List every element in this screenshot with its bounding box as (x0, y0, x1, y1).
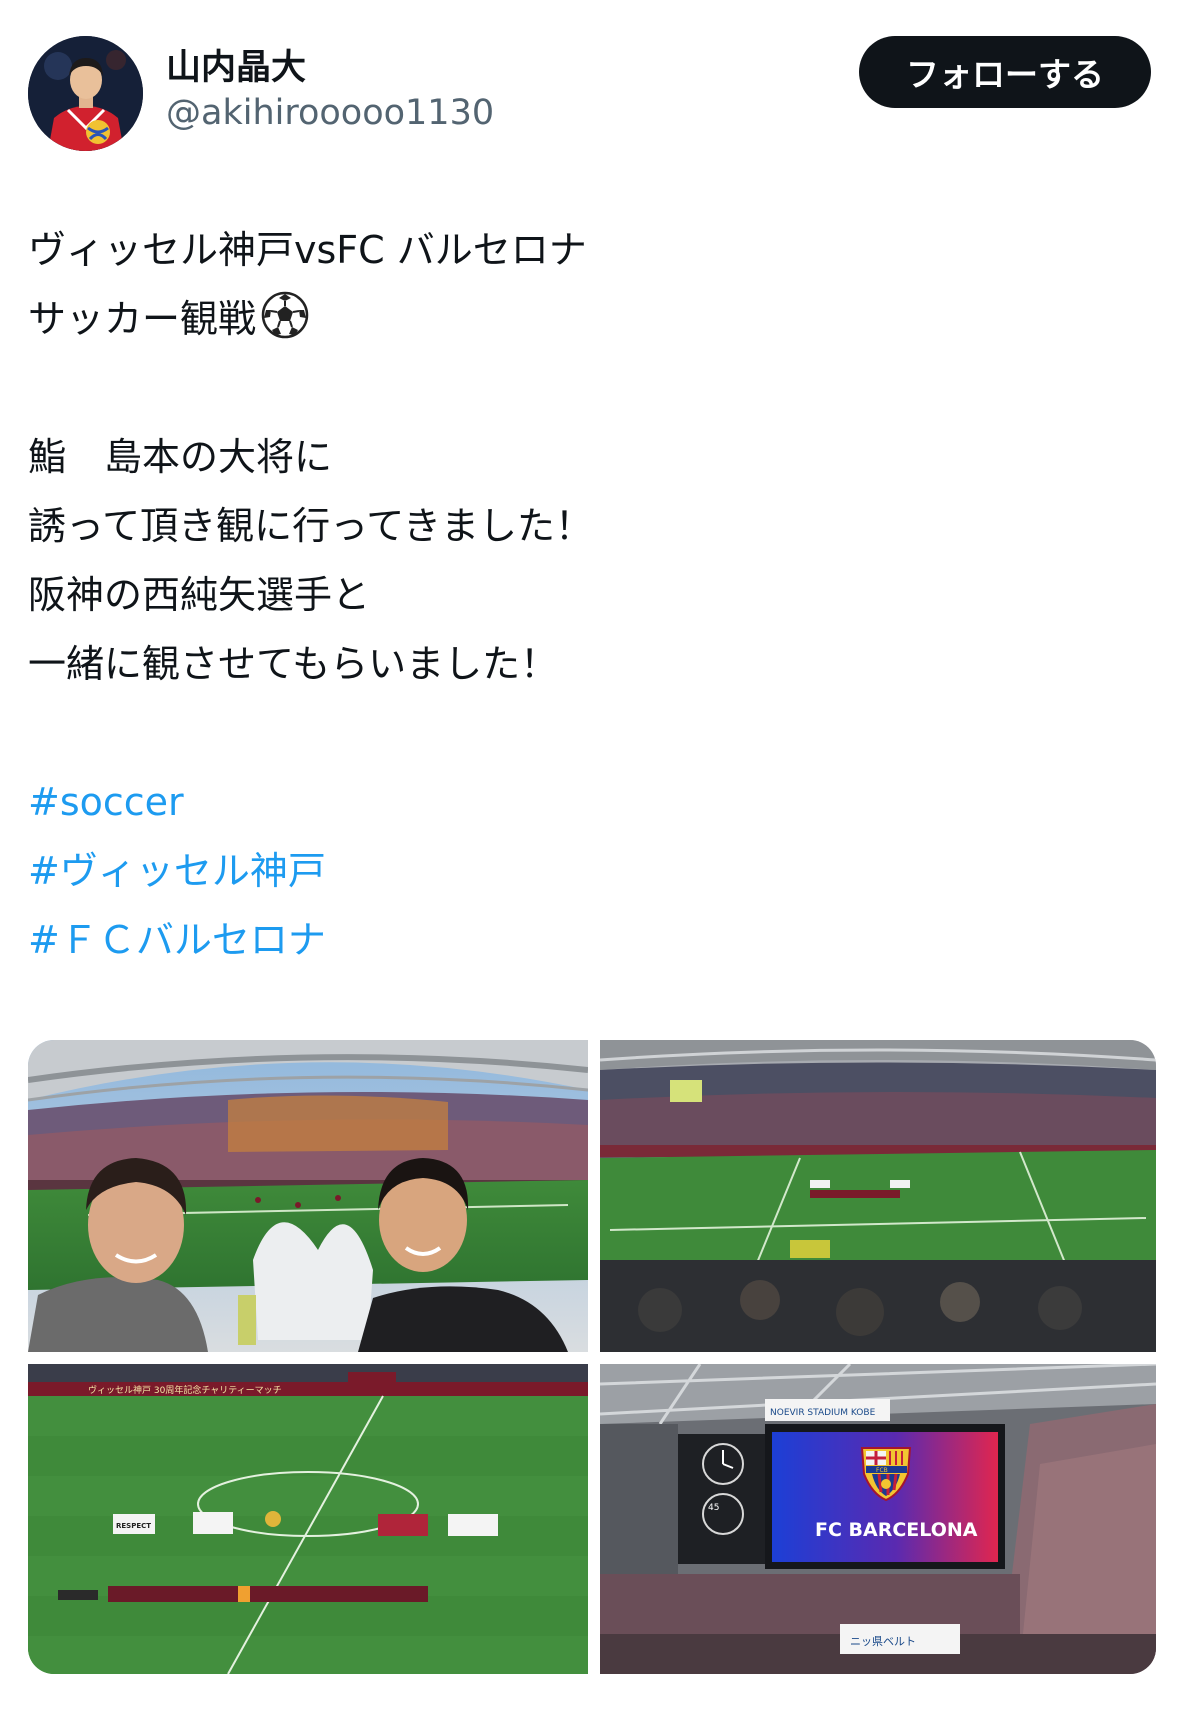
tweet-line: 一緒に観させてもらいました！ (28, 642, 559, 686)
user-handle[interactable]: @akihirooooo1130 (166, 90, 494, 136)
tweet-line: 誘って頂き観に行ってきました！ (28, 504, 594, 548)
avatar[interactable] (28, 36, 143, 151)
sponsor-text: ニッ県ベルト (850, 1635, 916, 1648)
hashtag-line: #soccer (28, 768, 1148, 837)
hashtag-link[interactable]: #soccer (28, 780, 184, 824)
soccer-ball-icon (260, 290, 310, 340)
respect-banner-text: RESPECT (116, 1522, 151, 1530)
stadium-sign-text: NOEVIR STADIUM KOBE (770, 1408, 876, 1418)
hashtag-link[interactable]: #ヴィッセル神戸 (28, 849, 326, 893)
tweet-line: 阪神の西純矢選手と (28, 573, 371, 617)
media-grid: ヴィッセル神戸 30周年記念チャリティーマッチ RESPECT NOEVIR S… (28, 1040, 1156, 1674)
tweet-line: 鮨 島本の大将に (28, 435, 333, 479)
scoreboard-text: FC BARCELONA (815, 1519, 978, 1541)
tweet-line: ヴィッセル神戸vsFC バルセロナ (28, 228, 587, 272)
selfie-in-stadium-photo[interactable] (28, 1040, 588, 1352)
tweet-line: サッカー観戦 (28, 297, 257, 341)
pitch-ceremony-photo[interactable]: ヴィッセル神戸 30周年記念チャリティーマッチ RESPECT (28, 1364, 588, 1674)
tweet-line (28, 699, 1148, 768)
follow-button[interactable]: フォローする (859, 36, 1151, 108)
hashtag-line: #ＦＣバルセロナ (28, 906, 1148, 975)
banner-text: ヴィッセル神戸 30周年記念チャリティーマッチ (88, 1384, 282, 1396)
hashtag-line: #ヴィッセル神戸 (28, 837, 1148, 906)
tweet-text: ヴィッセル神戸vsFC バルセロナ サッカー観戦 鮨 島本の大将に 誘って頂き観… (28, 216, 1148, 975)
clock-number: 45 (708, 1503, 719, 1513)
tweet-header: 山内晶大 @akihirooooo1130 フォローする (28, 36, 1151, 154)
hashtag-link[interactable]: #ＦＣバルセロナ (28, 918, 326, 962)
display-name[interactable]: 山内晶大 (166, 46, 494, 90)
profile-photo-icon (28, 36, 143, 151)
crest-text: FCB (876, 1467, 888, 1474)
user-info: 山内晶大 @akihirooooo1130 (166, 46, 494, 136)
scoreboard-photo[interactable]: NOEVIR STADIUM KOBE 45 FCB FC BARCELONA … (600, 1364, 1156, 1674)
stadium-pitch-lineup-photo[interactable] (600, 1040, 1156, 1352)
tweet-line-with-emoji: サッカー観戦 (28, 285, 1148, 354)
tweet-line (28, 354, 1148, 423)
